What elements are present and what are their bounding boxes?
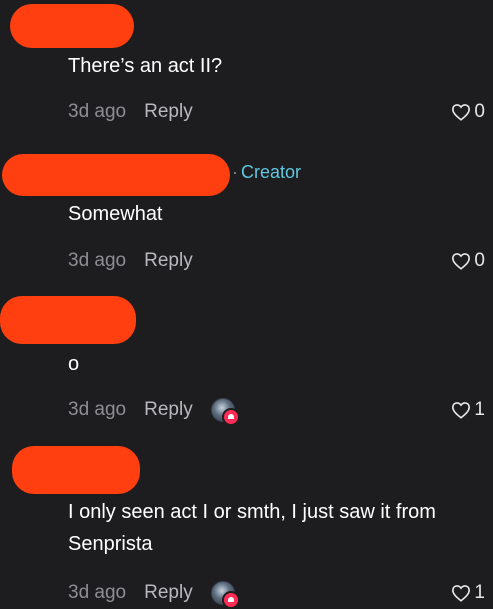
- heart-outline-icon: [452, 104, 471, 121]
- redacted-username: [12, 446, 140, 494]
- comment-timestamp: 3d ago: [68, 101, 127, 122]
- reply-button[interactable]: Reply: [144, 250, 193, 272]
- like-count: 1: [474, 582, 485, 603]
- redacted-username: [10, 4, 134, 48]
- reply-button[interactable]: Reply: [144, 399, 193, 421]
- comment-item: · Creator Somewhat 3d ago Reply 0: [0, 150, 493, 290]
- comment-meta: 3d ago Reply: [68, 398, 240, 426]
- comment-item: o 3d ago Reply 1: [0, 290, 493, 430]
- reply-button[interactable]: Reply: [144, 582, 193, 604]
- comment-text: Somewhat: [68, 203, 163, 225]
- comment-meta: 3d ago Reply: [68, 249, 193, 273]
- creator-label: Creator: [241, 162, 302, 182]
- redacted-username: [2, 154, 230, 196]
- comment-meta: 3d ago Reply: [68, 100, 193, 124]
- reply-button[interactable]: Reply: [144, 101, 193, 123]
- creator-badge: · Creator: [232, 162, 301, 183]
- like-count: 0: [474, 250, 485, 271]
- like-button[interactable]: 0: [451, 100, 485, 124]
- comment-item: There’s an act II? 3d ago Reply 0: [0, 0, 493, 150]
- like-button[interactable]: 1: [451, 581, 485, 605]
- comment-text: o: [68, 353, 80, 375]
- comment-text: There’s an act II?: [68, 55, 223, 77]
- comment-text: I only seen act I or smth, I just saw it…: [68, 501, 436, 555]
- comment-timestamp: 3d ago: [68, 250, 127, 271]
- heart-outline-icon: [452, 585, 471, 602]
- comment-timestamp: 3d ago: [68, 399, 127, 420]
- comment-timestamp: 3d ago: [68, 582, 127, 603]
- like-button[interactable]: 1: [451, 398, 485, 422]
- author-avatar-liked-badge-icon: [210, 398, 240, 426]
- redacted-username: [0, 296, 136, 344]
- author-avatar-liked-badge-icon: [210, 581, 240, 609]
- like-button[interactable]: 0: [451, 249, 485, 273]
- creator-separator: ·: [232, 162, 238, 182]
- comment-item: I only seen act I or smth, I just saw it…: [0, 440, 493, 609]
- like-count: 1: [474, 399, 485, 420]
- comment-meta: 3d ago Reply: [68, 581, 240, 609]
- heart-outline-icon: [452, 402, 471, 419]
- like-count: 0: [474, 101, 485, 122]
- heart-outline-icon: [452, 253, 471, 270]
